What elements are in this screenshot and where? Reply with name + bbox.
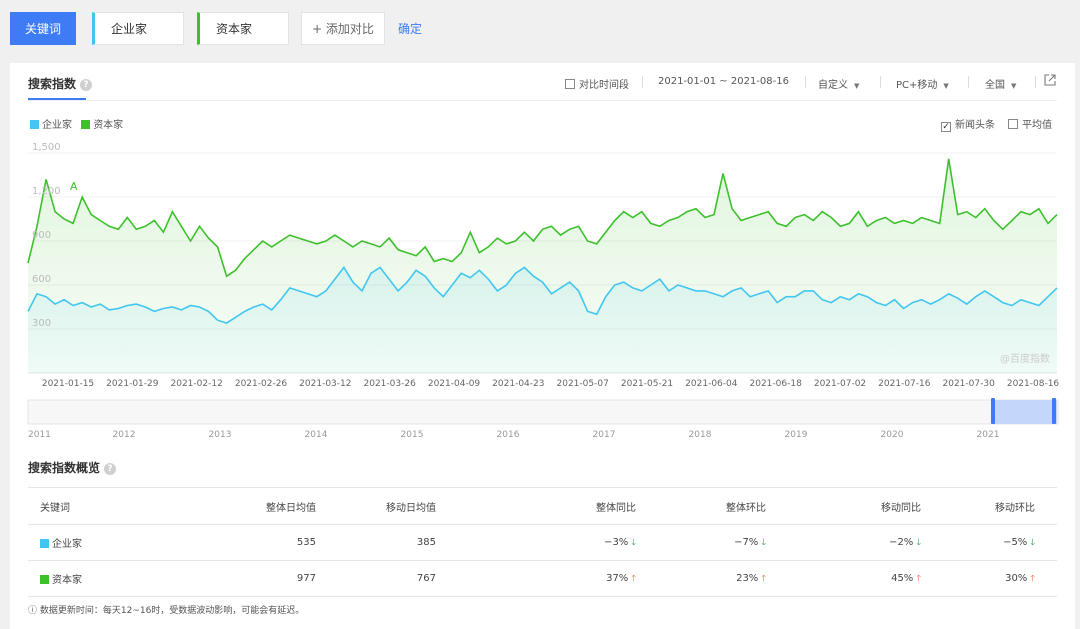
summary-table: 关键词 整体日均值 移动日均值 整体同比 整体环比 移动同比 移动环比 企业家 …: [28, 487, 1057, 597]
table-row: 资本家 977 767 37% 🡑 23% 🡑 45% 🡑 30% 🡑: [28, 560, 1057, 597]
overview-year-label: 2017: [593, 430, 616, 440]
overview-year-label: 2019: [785, 430, 808, 440]
value: 23%: [736, 572, 759, 584]
row-keyword: 资本家: [28, 560, 238, 597]
x-tick-label: 2021-03-12: [299, 379, 351, 389]
col-mobile-mom: 移动环比: [943, 487, 1057, 525]
value: −3%: [604, 536, 629, 548]
arrow-up-icon: 🡑: [1030, 573, 1035, 584]
x-tick-label: 2021-07-30: [943, 379, 996, 389]
overview-year-label: 2016: [497, 430, 520, 440]
overall-mom-cell: 23% 🡑: [658, 560, 788, 597]
row-keyword: 企业家: [28, 524, 238, 561]
arrow-down-icon: 🡓: [631, 537, 636, 548]
slider-handle-right[interactable]: [1052, 398, 1056, 424]
overview-year-label: 2013: [209, 430, 232, 440]
overall-yoy-cell: −3% 🡓: [458, 524, 658, 561]
overview-year-label: 2012: [113, 430, 136, 440]
table-row: 企业家 535 385 −3% 🡓 −7% 🡓 −2% 🡓 −5% 🡓: [28, 524, 1057, 561]
slider-handle-left[interactable]: [991, 398, 995, 424]
trend-chart: 1,500 1,200 900 600 300 2021-01-15 2021-01-29…: [27, 142, 1060, 440]
x-tick-label: 2021-06-04: [685, 379, 738, 389]
overall-mom-cell: −7% 🡓: [658, 524, 788, 561]
mobile-mom-cell: 30% 🡑: [943, 560, 1057, 597]
keyword-label: 资本家: [52, 575, 82, 586]
arrow-down-icon: 🡓: [761, 537, 766, 548]
arrow-up-icon: 🡑: [631, 573, 636, 584]
top-bar: 关键词 企业家 资本家 + 添加对比 确定: [0, 0, 1080, 62]
x-tick-label: 2021-05-21: [621, 379, 673, 389]
y-tick-label: 300: [32, 318, 51, 329]
col-overall-avg: 整体日均值: [238, 487, 338, 525]
table-header-row: 关键词 整体日均值 移动日均值 整体同比 整体环比 移动同比 移动环比: [28, 487, 1057, 525]
overview-year-label: 2014: [305, 430, 328, 440]
keyword-input-1[interactable]: 企业家: [92, 12, 184, 45]
keyword-tab-active[interactable]: 关键词: [10, 12, 76, 45]
keyword-swatch: [40, 539, 49, 548]
col-overall-yoy: 整体同比: [458, 487, 658, 525]
mobile-mom-cell: −5% 🡓: [943, 524, 1057, 561]
mobile-yoy-cell: −2% 🡓: [788, 524, 943, 561]
y-tick-label: 600: [32, 274, 51, 285]
col-keyword: 关键词: [28, 487, 238, 525]
keyword-label: 企业家: [52, 539, 82, 550]
overview-year-label: 2021: [977, 430, 1000, 440]
x-tick-label: 2021-08-16: [1007, 379, 1060, 389]
x-tick-label: 2021-05-07: [557, 379, 609, 389]
help-icon[interactable]: ?: [104, 462, 117, 475]
keyword-input-2[interactable]: 资本家: [197, 12, 289, 45]
y-tick-label: 1,200: [32, 186, 61, 197]
x-tick-label: 2021-04-09: [428, 379, 481, 389]
x-tick-label: 2021-02-12: [171, 379, 223, 389]
news-annotation-marker[interactable]: A: [70, 180, 78, 193]
value: −2%: [889, 536, 914, 548]
col-mobile-yoy: 移动同比: [788, 487, 943, 525]
overview-year-label: 2020: [881, 430, 904, 440]
mobile-avg-cell: 385: [338, 524, 458, 561]
value: 45%: [891, 572, 914, 584]
confirm-button[interactable]: 确定: [398, 20, 422, 37]
keyword-swatch: [40, 575, 49, 584]
y-tick-label: 900: [32, 230, 51, 241]
watermark: @百度指数: [1000, 352, 1050, 365]
arrow-down-icon: 🡓: [916, 537, 921, 548]
value: −7%: [734, 536, 759, 548]
overview-year-label: 2011: [28, 430, 51, 440]
summary-title: 搜索指数概览?: [28, 459, 117, 476]
mobile-avg-cell: 767: [338, 560, 458, 597]
col-overall-mom: 整体环比: [658, 487, 788, 525]
x-tick-label: 2021-01-29: [106, 379, 159, 389]
x-tick-label: 2021-06-18: [750, 379, 803, 389]
overview-selection[interactable]: [993, 400, 1057, 424]
overall-avg-cell: 535: [238, 524, 338, 561]
overview-year-label: 2018: [689, 430, 712, 440]
col-mobile-avg: 移动日均值: [338, 487, 458, 525]
y-tick-label: 1,500: [32, 142, 61, 153]
arrow-down-icon: 🡓: [1030, 537, 1035, 548]
summary-title-text: 搜索指数概览: [28, 461, 101, 475]
x-tick-label: 2021-02-26: [235, 379, 288, 389]
x-tick-label: 2021-04-23: [492, 379, 544, 389]
arrow-up-icon: 🡑: [916, 573, 921, 584]
mobile-yoy-cell: 45% 🡑: [788, 560, 943, 597]
value: 30%: [1005, 572, 1028, 584]
arrow-up-icon: 🡑: [761, 573, 766, 584]
search-index-panel: 搜索指数? 对比时间段 2021-01-01 ~ 2021-08-16 自定义 ▼…: [10, 63, 1075, 629]
overview-year-label: 2015: [401, 430, 424, 440]
value: 37%: [606, 572, 629, 584]
x-tick-label: 2021-01-15: [42, 379, 94, 389]
overview-slider[interactable]: [27, 398, 1059, 425]
x-tick-label: 2021-07-02: [814, 379, 866, 389]
overall-avg-cell: 977: [238, 560, 338, 597]
x-tick-label: 2021-07-16: [878, 379, 931, 389]
add-compare-button[interactable]: + 添加对比: [301, 12, 385, 45]
update-note: ⓘ 数据更新时间：每天12~16时，受数据波动影响，可能会有延迟。: [28, 606, 305, 616]
value: −5%: [1003, 536, 1028, 548]
x-tick-label: 2021-03-26: [364, 379, 417, 389]
overall-yoy-cell: 37% 🡑: [458, 560, 658, 597]
